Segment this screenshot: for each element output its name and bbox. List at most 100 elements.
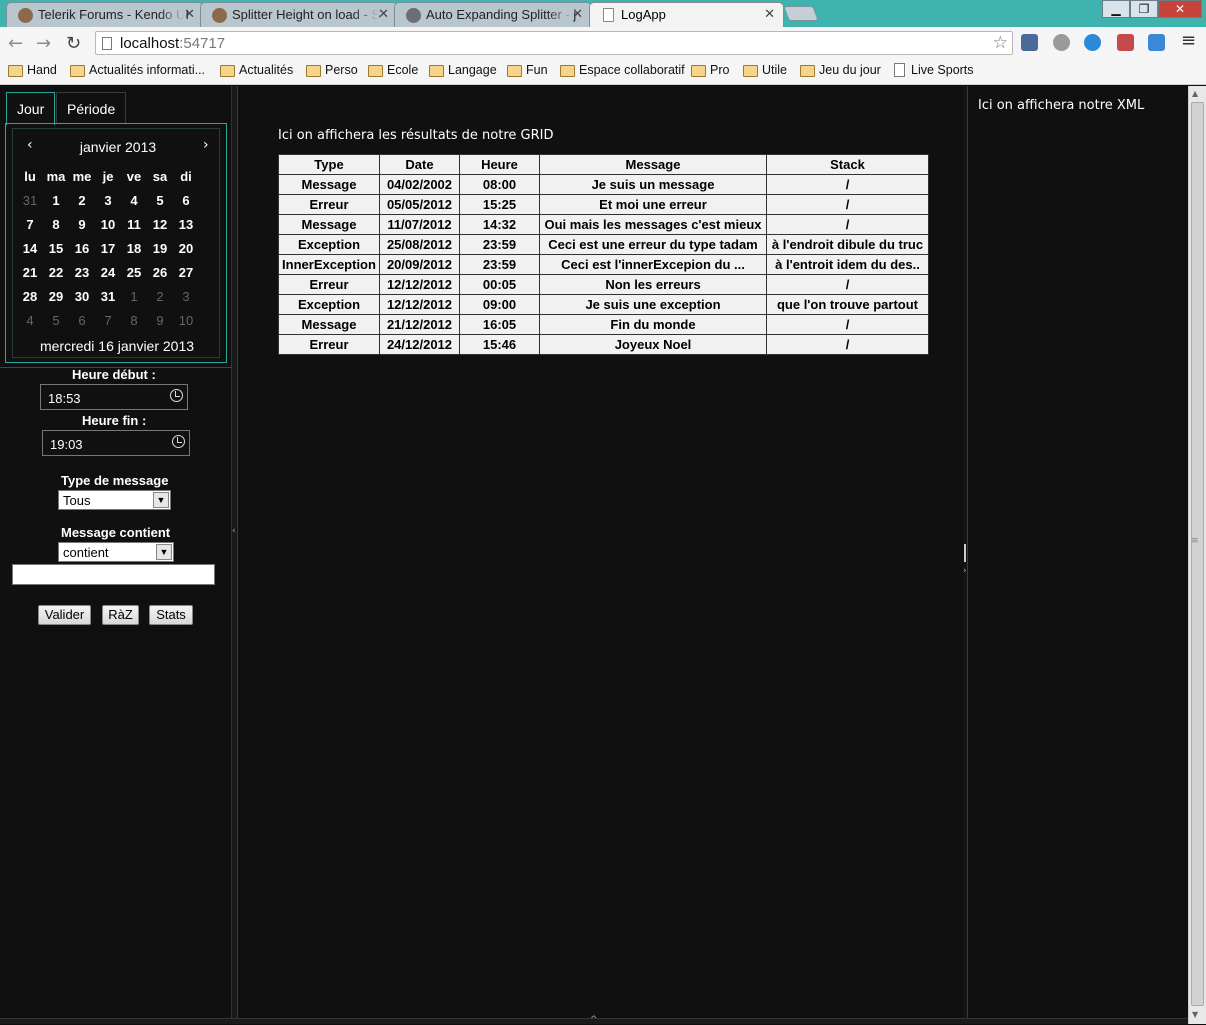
calendar-day[interactable]: 12 [147, 217, 173, 232]
calendar-day[interactable]: 31 [17, 193, 43, 208]
table-row[interactable]: Message 11/07/2012 14:32 Oui mais les messa… [278, 214, 929, 235]
new-tab-button[interactable] [783, 6, 819, 21]
column-header[interactable]: Type [278, 154, 380, 175]
calendar-day[interactable]: 9 [147, 313, 173, 328]
browser-tab-2[interactable]: Splitter Height on load - S ✕ [200, 2, 398, 27]
gear-extension-icon[interactable] [1084, 34, 1101, 51]
bookmark-item[interactable]: Pro [691, 63, 729, 77]
calendar-day[interactable]: 17 [95, 241, 121, 256]
calendar-day[interactable]: 9 [69, 217, 95, 232]
calendar-day[interactable]: 26 [147, 265, 173, 280]
start-time-field[interactable]: 18:53 [40, 384, 188, 410]
gmail-extension-icon[interactable] [1117, 34, 1134, 51]
message-type-select[interactable]: Tous ▼ [58, 490, 171, 510]
bookmark-item[interactable]: Utile [743, 63, 787, 77]
browser-tab-1[interactable]: Telerik Forums - Kendo UI ✕ [6, 2, 204, 27]
calendar-day[interactable]: 6 [69, 313, 95, 328]
reload-icon[interactable]: ↻ [66, 33, 81, 54]
calendar-day[interactable]: 29 [43, 289, 69, 304]
stats-button[interactable]: Stats [149, 605, 193, 625]
calendar-day[interactable]: 15 [43, 241, 69, 256]
calendar-day[interactable]: 2 [69, 193, 95, 208]
close-icon[interactable]: ✕ [378, 6, 389, 22]
table-row[interactable]: InnerException 20/09/2012 23:59 Ceci est l'… [278, 254, 929, 275]
calendar-day[interactable]: 24 [95, 265, 121, 280]
validate-button[interactable]: Valider [38, 605, 91, 625]
clock-icon[interactable] [172, 435, 185, 448]
column-header[interactable]: Stack [766, 154, 929, 175]
back-icon[interactable]: ← [8, 33, 23, 54]
bookmark-item[interactable]: Live Sports [892, 63, 974, 77]
calendar-day[interactable]: 4 [121, 193, 147, 208]
table-row[interactable]: Message 21/12/2012 16:05 Fin du monde / [278, 314, 929, 335]
tab-jour[interactable]: Jour [6, 92, 56, 125]
bookmark-item[interactable]: Espace collaboratif [560, 63, 685, 77]
calendar-day[interactable]: 8 [121, 313, 147, 328]
search-extension-icon[interactable] [1053, 34, 1070, 51]
clock-icon[interactable] [170, 389, 183, 402]
bookmark-item[interactable]: Ecole [368, 63, 418, 77]
calendar-day[interactable]: 3 [95, 193, 121, 208]
column-header[interactable]: Heure [459, 154, 540, 175]
splitter-handle[interactable] [964, 544, 966, 562]
chevron-down-icon[interactable]: ▼ [156, 544, 172, 560]
calendar-day[interactable]: 16 [69, 241, 95, 256]
calendar-day[interactable]: 10 [173, 313, 199, 328]
table-row[interactable]: Exception 12/12/2012 09:00 Je suis une exce… [278, 294, 929, 315]
bookmark-star-icon[interactable]: ☆ [993, 33, 1008, 53]
calendar-day[interactable]: 23 [69, 265, 95, 280]
chevron-down-icon[interactable]: ▼ [153, 492, 169, 508]
bookmark-item[interactable]: Hand [8, 63, 57, 77]
calendar-day[interactable]: 25 [121, 265, 147, 280]
calendar-day[interactable]: 5 [147, 193, 173, 208]
table-row[interactable]: Erreur 12/12/2012 00:05 Non les erreurs / [278, 274, 929, 295]
column-header[interactable]: Date [379, 154, 460, 175]
calendar-day[interactable]: 3 [173, 289, 199, 304]
address-bar[interactable]: localhost:54717 ☆ [95, 31, 1013, 55]
column-header[interactable]: Message [539, 154, 767, 175]
bookmark-item[interactable]: Fun [507, 63, 548, 77]
calendar-day[interactable]: 28 [17, 289, 43, 304]
reset-button[interactable]: RàZ [102, 605, 139, 625]
calendar-day[interactable]: 1 [121, 289, 147, 304]
chat-extension-icon[interactable] [1148, 34, 1165, 51]
calendar-day[interactable]: 4 [17, 313, 43, 328]
calendar-day[interactable]: 7 [95, 313, 121, 328]
calendar-day[interactable]: 1 [43, 193, 69, 208]
calendar-today[interactable]: mercredi 16 janvier 2013 [6, 338, 228, 354]
close-icon[interactable]: ✕ [764, 6, 775, 22]
bookmark-item[interactable]: Actualités informati... [70, 63, 205, 77]
table-row[interactable]: Erreur 24/12/2012 15:46 Joyeux Noel / [278, 334, 929, 355]
bookmark-item[interactable]: Langage [429, 63, 497, 77]
browser-tab-3[interactable]: Auto Expanding Splitter - j ✕ [394, 2, 592, 27]
calendar-day[interactable]: 13 [173, 217, 199, 232]
calendar-day[interactable]: 11 [121, 217, 147, 232]
menu-icon[interactable]: ≡ [1181, 30, 1196, 51]
download-extension-icon[interactable] [1021, 34, 1038, 51]
calendar-day[interactable]: 20 [173, 241, 199, 256]
bookmark-item[interactable]: Jeu du jour [800, 63, 881, 77]
close-icon[interactable]: ✕ [184, 6, 195, 22]
scroll-down-icon[interactable]: ▼ [1192, 1010, 1198, 1019]
collapse-left-icon[interactable]: ‹ [232, 526, 236, 536]
calendar-day[interactable]: 10 [95, 217, 121, 232]
vertical-scrollbar[interactable]: ▲ ≡ ▼ [1188, 86, 1206, 1024]
calendar-day[interactable]: 31 [95, 289, 121, 304]
browser-tab-active[interactable]: LogApp ✕ [589, 2, 784, 27]
bookmark-item[interactable]: Actualités [220, 63, 293, 77]
calendar-day[interactable]: 27 [173, 265, 199, 280]
calendar-day[interactable]: 14 [17, 241, 43, 256]
calendar-day[interactable]: 19 [147, 241, 173, 256]
calendar-day[interactable]: 5 [43, 313, 69, 328]
calendar-day[interactable]: 30 [69, 289, 95, 304]
calendar-day[interactable]: 18 [121, 241, 147, 256]
message-search-input[interactable] [12, 564, 215, 585]
end-time-field[interactable]: 19:03 [42, 430, 190, 456]
tab-periode[interactable]: Période [56, 92, 127, 124]
collapse-right-icon[interactable]: › [963, 566, 967, 576]
maximize-button[interactable]: ❐ [1130, 0, 1158, 18]
calendar-day[interactable]: 7 [17, 217, 43, 232]
table-row[interactable]: Message 04/02/2002 08:00 Je suis un message… [278, 174, 929, 195]
calendar-day[interactable]: 21 [17, 265, 43, 280]
table-row[interactable]: Exception 25/08/2012 23:59 Ceci est une err… [278, 234, 929, 255]
